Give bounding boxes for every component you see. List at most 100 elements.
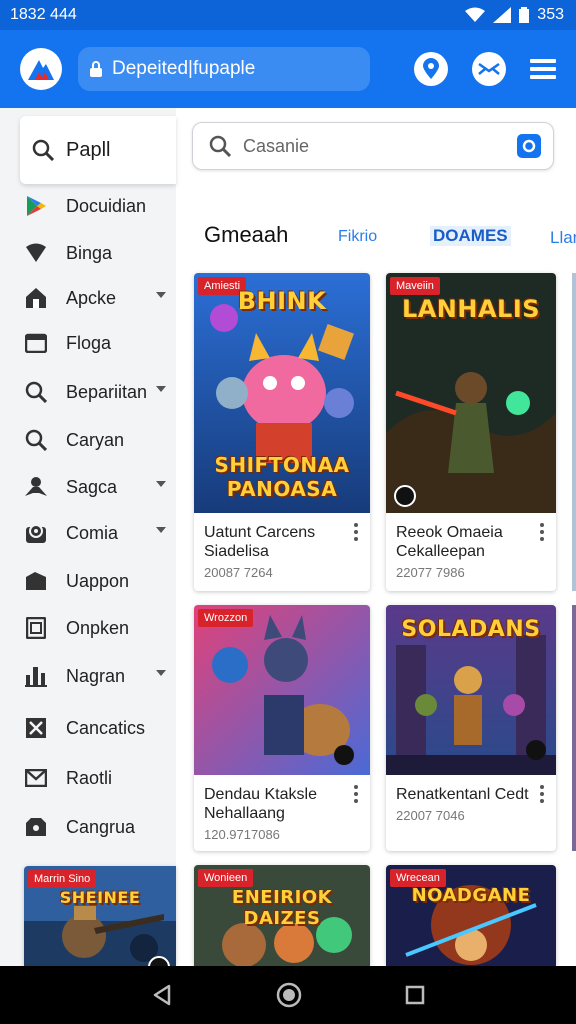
user-icon xyxy=(24,475,48,499)
game-art-title: SHEINEE xyxy=(59,888,141,907)
search-icon xyxy=(24,428,48,452)
sidebar-item-label: Raotli xyxy=(66,767,113,788)
lock-icon xyxy=(90,61,102,77)
folder-icon xyxy=(24,815,48,839)
sidebar-item-binga[interactable]: Binga xyxy=(0,233,176,273)
sidebar-item-raotli[interactable]: Raotli xyxy=(0,758,176,798)
chevron-down-icon[interactable] xyxy=(156,670,166,676)
location-icon xyxy=(24,521,48,545)
sidebar-item-label: Floga xyxy=(66,332,112,353)
game-artwork: Wrozzon xyxy=(194,605,370,775)
sidebar-item-onpken[interactable]: Onpken xyxy=(0,608,176,648)
next-column-edge xyxy=(572,605,576,851)
signal-icon xyxy=(493,7,512,23)
sidebar-item-docuidian[interactable]: Docuidian xyxy=(0,186,176,226)
status-time: 1832 444 xyxy=(10,6,77,23)
home-icon[interactable] xyxy=(276,982,302,1008)
wifi-icon xyxy=(24,241,48,265)
location-button[interactable] xyxy=(414,52,448,86)
tab-doames[interactable]: DOAMES xyxy=(430,226,511,246)
tab-fikrio[interactable]: Fikrio xyxy=(338,228,377,246)
more-options-icon[interactable] xyxy=(354,785,358,806)
sidebar-search-label: Papll xyxy=(66,138,111,161)
chevron-down-icon[interactable] xyxy=(156,386,166,392)
sidebar-item-uappon[interactable]: Uappon xyxy=(0,561,176,601)
sidebar-item-cancatics[interactable]: Cancatics xyxy=(0,708,176,748)
chevron-down-icon[interactable] xyxy=(156,527,166,533)
game-art-title: BHINK xyxy=(237,287,327,315)
game-art-title: SOLADANS xyxy=(401,617,541,642)
search-icon xyxy=(24,380,48,404)
chevron-down-icon[interactable] xyxy=(156,292,166,298)
sidebar: Papll Docuidian Binga Apcke Floga Bepari… xyxy=(0,108,176,966)
sidebar-item-label: Apcke xyxy=(66,287,117,308)
game-artwork: Amiesti BHINK SHIFTONAA PANOASA xyxy=(194,273,370,513)
sidebar-item-label: Caryan xyxy=(66,429,125,450)
next-column-edge xyxy=(572,273,576,591)
camera-icon xyxy=(522,139,536,153)
search-input[interactable]: Casanie xyxy=(192,122,554,170)
sidebar-item-comia[interactable]: Comia xyxy=(0,513,176,553)
sidebar-item-label: Docuidian xyxy=(66,195,147,216)
battery-level: 353 xyxy=(537,6,564,23)
calendar-icon xyxy=(24,331,48,355)
game-artwork: Wrecean NOADGANE xyxy=(386,865,556,966)
card-title: Uatunt Carcens Siadelisa xyxy=(204,524,316,560)
bag-icon xyxy=(24,569,48,593)
card-info: Reeok Omaeia Cekalleepan 22077 7986 xyxy=(386,513,556,591)
back-icon[interactable] xyxy=(151,984,173,1006)
sidebar-item-cangrua[interactable]: Cangrua xyxy=(0,807,176,847)
game-card[interactable]: Wrozzon Dendau Ktaksle Nehallaang 120.97… xyxy=(194,605,370,851)
more-options-icon[interactable] xyxy=(540,523,544,544)
chevron-down-icon[interactable] xyxy=(156,481,166,487)
app-logo[interactable] xyxy=(20,48,62,90)
game-artwork: Wonieen ENEIRIOK DAIZES xyxy=(194,865,370,966)
sidebar-item-caryan[interactable]: Caryan xyxy=(0,420,176,460)
menu-icon[interactable] xyxy=(530,58,556,80)
search-icon xyxy=(209,135,231,157)
close-box-icon xyxy=(24,716,48,740)
sidebar-search[interactable]: Papll xyxy=(20,116,176,184)
app-bar: Depeited|fupaple xyxy=(0,30,576,108)
logo-mountain-icon xyxy=(28,60,54,80)
game-card[interactable]: Amiesti BHINK SHIFTONAA PANOASA Uatunt C… xyxy=(194,273,370,591)
card-meta: 22077 7986 xyxy=(396,565,465,580)
camera-search-button[interactable] xyxy=(517,134,541,158)
card-title: Reeok Omaeia Cekalleepan xyxy=(396,524,503,560)
game-card[interactable]: Marrin Sino SHEINEE xyxy=(24,866,176,966)
card-info: Uatunt Carcens Siadelisa 20087 7264 xyxy=(194,513,370,591)
game-card[interactable]: Wrecean NOADGANE xyxy=(386,865,556,966)
sidebar-item-bepariitan[interactable]: Bepariitan xyxy=(0,372,176,412)
url-bar[interactable]: Depeited|fupaple xyxy=(78,47,370,91)
game-card[interactable]: Wonieen ENEIRIOK DAIZES xyxy=(194,865,370,966)
more-options-icon[interactable] xyxy=(354,523,358,544)
sidebar-item-floga[interactable]: Floga xyxy=(0,323,176,363)
sidebar-item-sagca[interactable]: Sagca xyxy=(0,467,176,507)
play-store-icon xyxy=(24,194,48,218)
section-title: Gmeaah xyxy=(204,222,289,247)
card-info: Renatkentanl Cedt 22007 7046 xyxy=(386,775,556,851)
card-meta: 22007 7046 xyxy=(396,808,465,823)
apps-icon xyxy=(24,286,48,310)
more-options-icon[interactable] xyxy=(540,785,544,806)
game-art-title: ENEIRIOK DAIZES xyxy=(231,887,333,929)
location-pin-icon xyxy=(423,58,439,79)
game-card[interactable]: Maveiin LANHALIS Reeok Omaeia Cekalleepa… xyxy=(386,273,556,591)
game-artwork: Maveiin LANHALIS xyxy=(386,273,556,513)
sidebar-item-nagran[interactable]: Nagran xyxy=(0,656,176,696)
messages-button[interactable] xyxy=(472,52,506,86)
tab-llan[interactable]: Llan xyxy=(550,228,576,248)
game-artwork: Marrin Sino SHEINEE xyxy=(24,866,176,966)
game-card[interactable]: SOLADANS Renatkentanl Cedt 22007 7046 xyxy=(386,605,556,851)
card-badge: Wrozzon xyxy=(198,609,254,627)
sidebar-item-apcke[interactable]: Apcke xyxy=(0,278,176,318)
category-tabs: Gmeaah Fikrio DOAMES Llan xyxy=(204,222,576,254)
sidebar-item-label: Cangrua xyxy=(66,816,136,837)
sidebar-item-label: Cancatics xyxy=(66,717,146,738)
system-nav-bar xyxy=(0,966,576,1024)
video-badge-icon xyxy=(394,485,416,507)
recents-icon[interactable] xyxy=(405,985,425,1005)
search-placeholder: Casanie xyxy=(243,135,310,156)
sidebar-item-label: Bepariitan xyxy=(66,381,148,402)
card-badge: Wonieen xyxy=(198,869,254,887)
